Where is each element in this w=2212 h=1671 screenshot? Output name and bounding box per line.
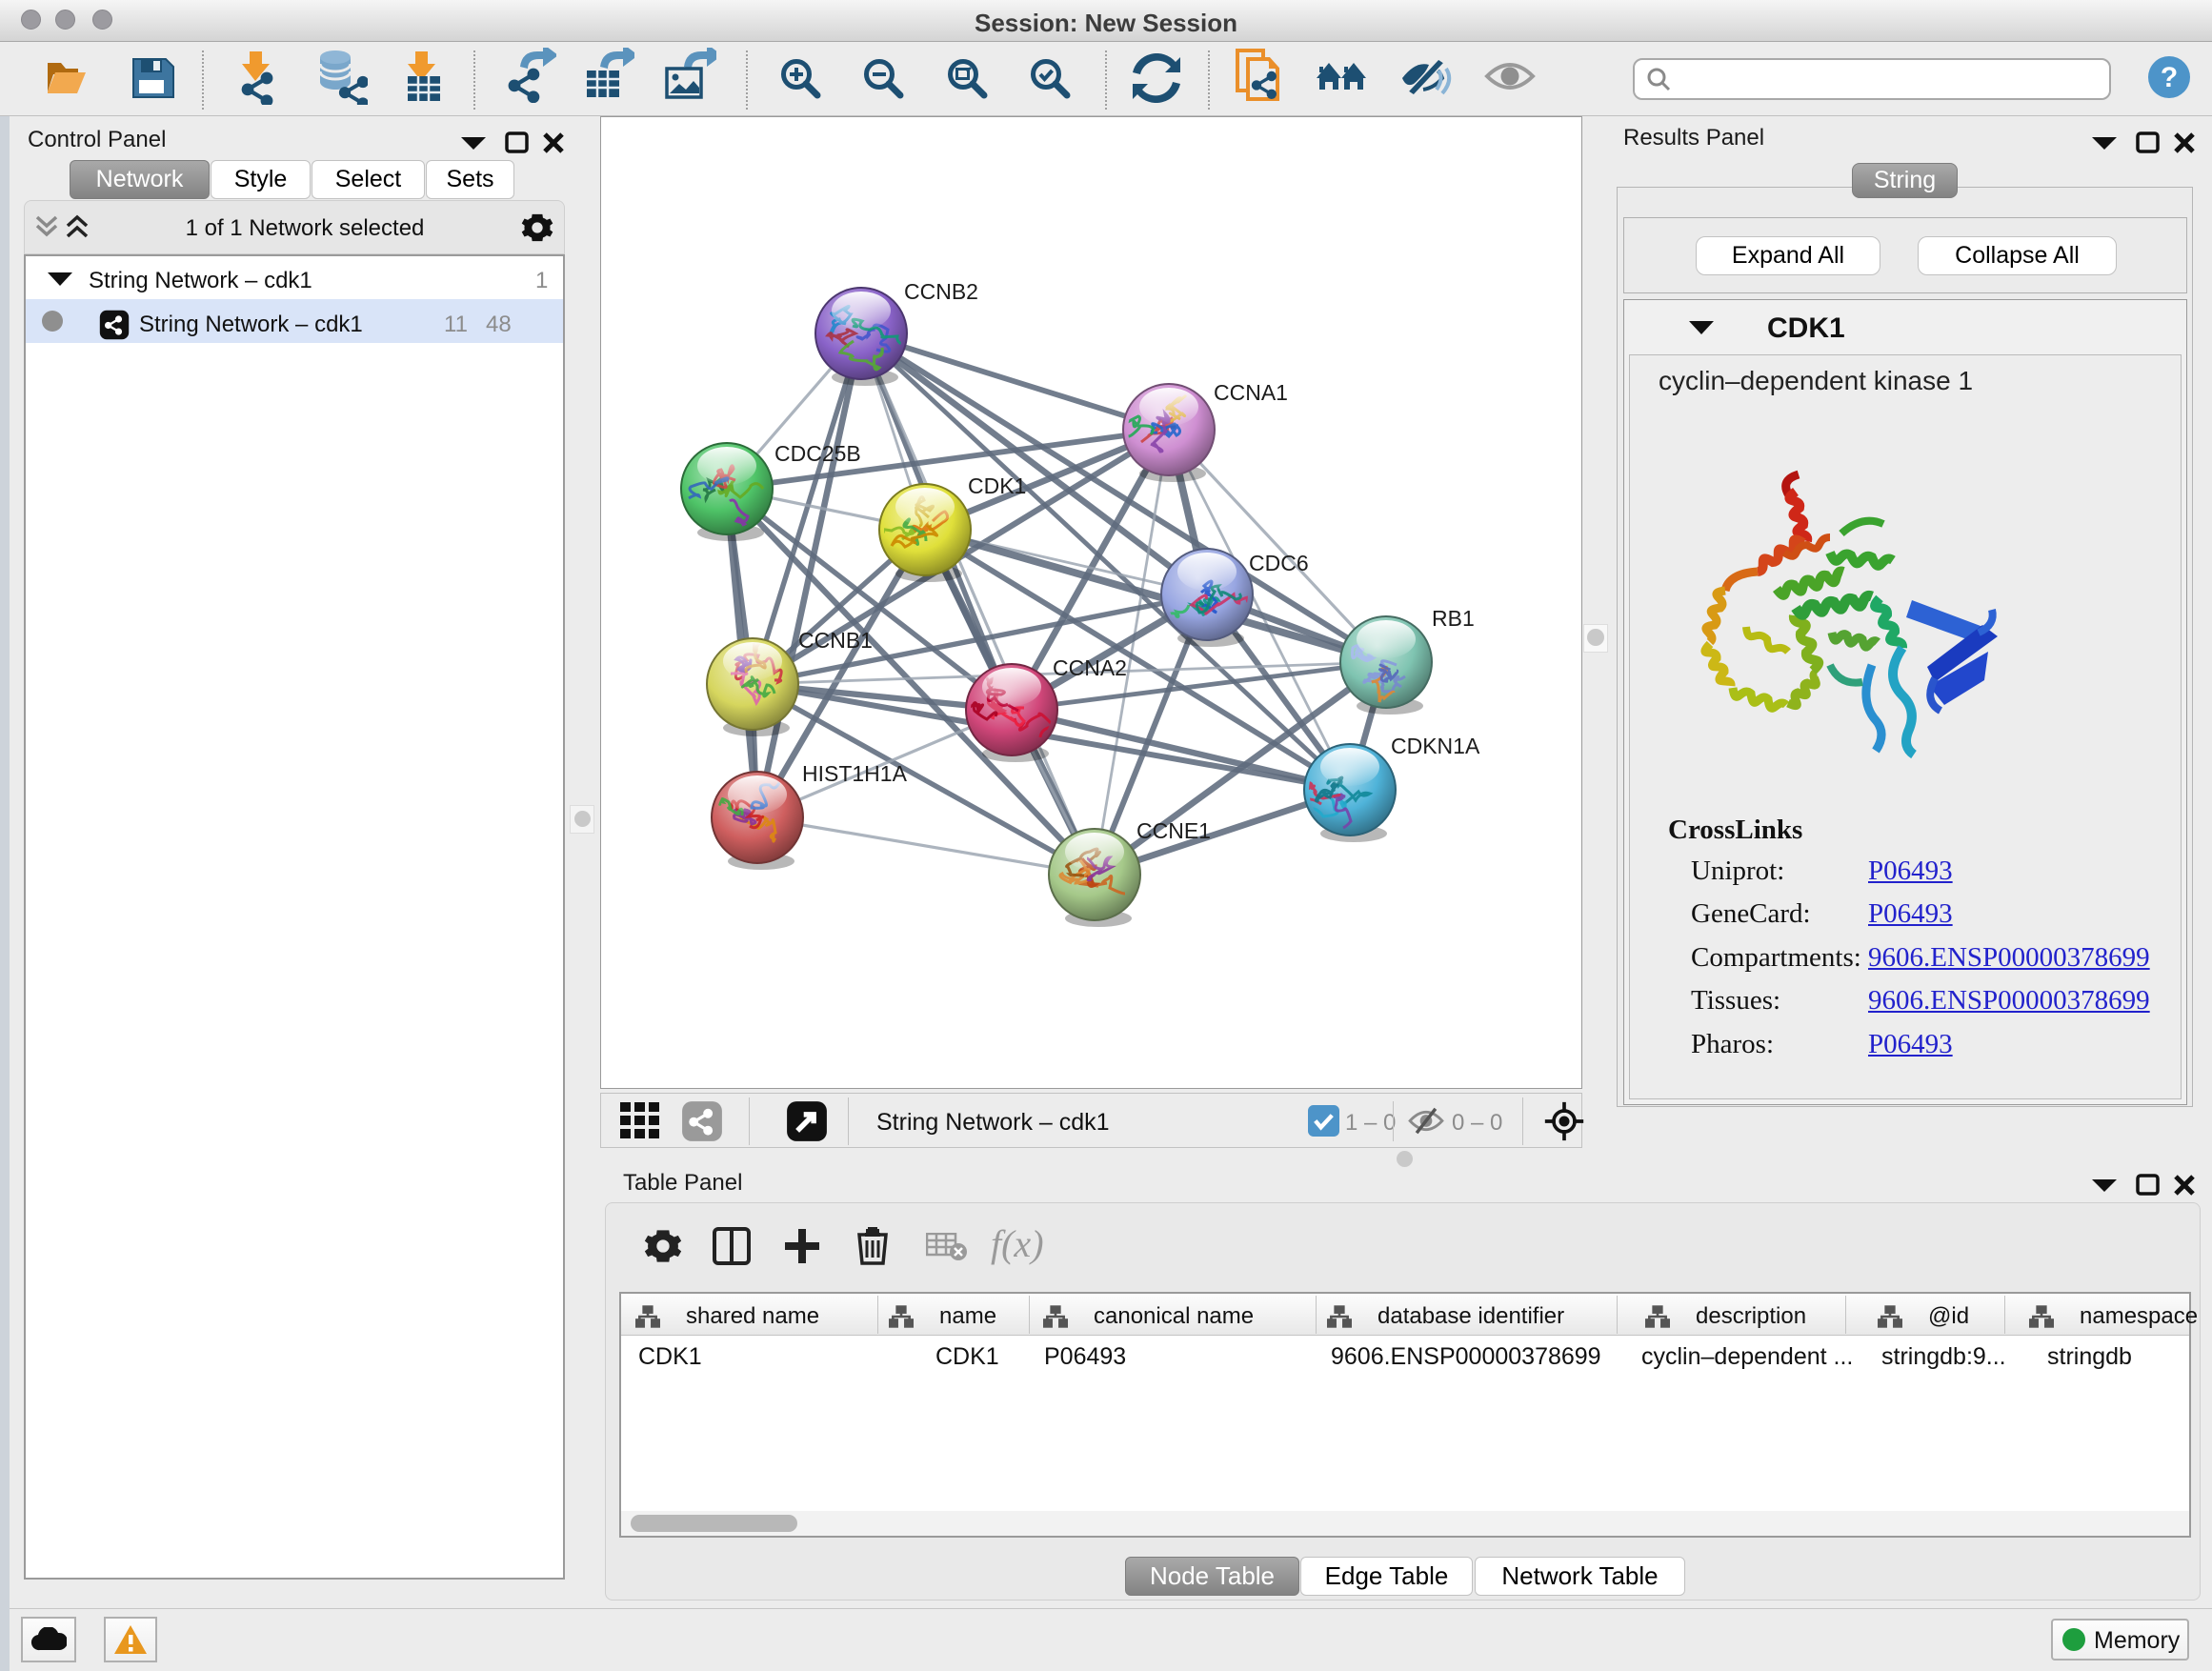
- svg-text:CCNB2: CCNB2: [904, 279, 978, 304]
- svg-text:CDC25B: CDC25B: [774, 441, 861, 466]
- svg-text:?: ?: [2161, 62, 2178, 93]
- svg-text:RB1: RB1: [1432, 606, 1475, 631]
- svg-text:CDC6: CDC6: [1249, 551, 1309, 575]
- svg-text:CDK1: CDK1: [968, 473, 1026, 498]
- svg-text:CCNA1: CCNA1: [1214, 380, 1288, 405]
- svg-text:CDKN1A: CDKN1A: [1391, 734, 1480, 758]
- svg-text:CCNA2: CCNA2: [1053, 655, 1127, 680]
- svg-text:HIST1H1A: HIST1H1A: [802, 761, 908, 786]
- svg-text:CCNE1: CCNE1: [1136, 818, 1211, 843]
- svg-text:CCNB1: CCNB1: [798, 628, 873, 653]
